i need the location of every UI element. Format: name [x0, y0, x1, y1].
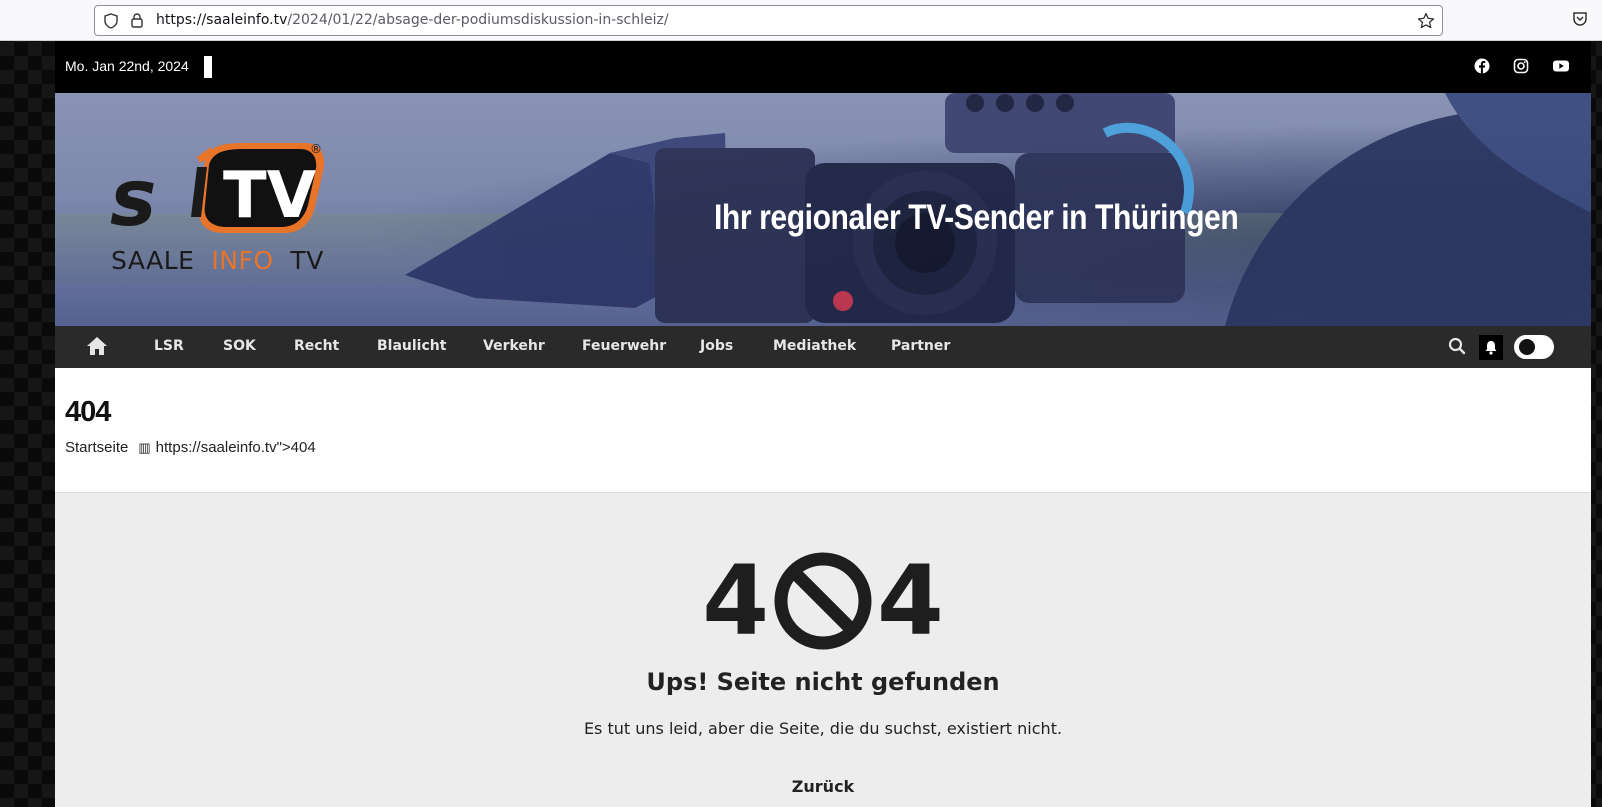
logo-wordmark: SAALE INFO TV: [111, 246, 324, 275]
error-heading: Ups! Seite nicht gefunden: [646, 668, 1000, 696]
error-content: 44 Ups! Seite nicht gefunden Es tut uns …: [55, 493, 1591, 807]
error-message: Es tut uns leid, aber die Seite, die du …: [583, 719, 1063, 738]
notification-bell-button[interactable]: [1479, 335, 1503, 360]
url-path: /2024/01/22/absage-der-podiumsdiskussion…: [287, 12, 669, 28]
url-host: https://saaleinfo.tv: [156, 12, 288, 28]
nav-item-sok[interactable]: SOK: [223, 338, 256, 354]
banner-tagline: Ihr regionaler TV-Sender in Thüringen: [714, 198, 1239, 237]
error-digit-right: 4: [877, 545, 944, 657]
nav-item-lsr[interactable]: LSR: [154, 338, 184, 354]
breadcrumb-separator-icon: ▥: [138, 440, 151, 455]
main-navigation: LSR SOK Recht Blaulicht Verkehr Feuerweh…: [55, 326, 1591, 368]
logo-word-tv: TV: [290, 246, 324, 275]
svg-text:s: s: [110, 154, 156, 244]
logo-word-saale: SAALE: [111, 246, 195, 275]
breadcrumb-current: https://saaleinfo.tv">404: [155, 439, 316, 456]
instagram-icon[interactable]: [1513, 58, 1529, 74]
bell-icon: [1485, 341, 1497, 355]
header-banner: Ihr regionaler TV-Sender in Thüringen s …: [55, 93, 1591, 326]
back-link[interactable]: Zurück: [792, 777, 854, 796]
website: Mo. Jan 22nd, 2024 Ihr regionaler TV-Sen…: [55, 41, 1591, 807]
nav-item-partner[interactable]: Partner: [891, 338, 950, 354]
top-bar: Mo. Jan 22nd, 2024: [55, 41, 1591, 93]
shield-icon[interactable]: [103, 13, 119, 33]
nav-item-blaulicht[interactable]: Blaulicht: [377, 338, 446, 354]
nav-item-jobs[interactable]: Jobs: [700, 338, 733, 354]
url-text[interactable]: https://saaleinfo.tv/2024/01/22/absage-d…: [156, 12, 669, 28]
nav-item-mediathek[interactable]: Mediathek: [773, 338, 856, 354]
ticker-cursor: [204, 56, 212, 78]
site-logo[interactable]: s TV ®: [105, 137, 335, 251]
nav-item-verkehr[interactable]: Verkehr: [483, 338, 545, 354]
breadcrumb-home-link[interactable]: Startseite: [65, 439, 128, 456]
logo-word-info: INFO: [211, 246, 274, 275]
nav-item-feuerwehr[interactable]: Feuerwehr: [582, 338, 666, 354]
pocket-icon[interactable]: [1572, 11, 1588, 31]
nav-item-recht[interactable]: Recht: [294, 338, 339, 354]
page-title-section: 404 Startseite ▥ https://saaleinfo.tv">404: [55, 368, 1591, 493]
address-bar[interactable]: https://saaleinfo.tv/2024/01/22/absage-d…: [94, 5, 1443, 36]
logo-registered: ®: [310, 142, 322, 156]
home-icon[interactable]: [86, 336, 108, 360]
current-date: Mo. Jan 22nd, 2024: [65, 58, 189, 74]
prohibited-icon: [773, 551, 873, 655]
page-title: 404: [65, 396, 111, 428]
logo-mark: TV: [223, 159, 317, 233]
back-link-wrapper: Zurück: [55, 777, 1591, 796]
bookmark-star-icon[interactable]: [1417, 12, 1435, 34]
search-icon[interactable]: [1448, 337, 1466, 359]
error-digit-left: 4: [702, 545, 769, 657]
lock-icon[interactable]: [129, 12, 145, 33]
dark-mode-toggle[interactable]: [1514, 335, 1554, 359]
facebook-icon[interactable]: [1474, 58, 1490, 74]
error-code-display: 44: [55, 551, 1591, 651]
breadcrumb: Startseite ▥ https://saaleinfo.tv">404: [65, 439, 316, 456]
browser-toolbar: https://saaleinfo.tv/2024/01/22/absage-d…: [0, 0, 1602, 41]
youtube-icon[interactable]: [1552, 58, 1570, 74]
toggle-knob: [1519, 339, 1535, 355]
